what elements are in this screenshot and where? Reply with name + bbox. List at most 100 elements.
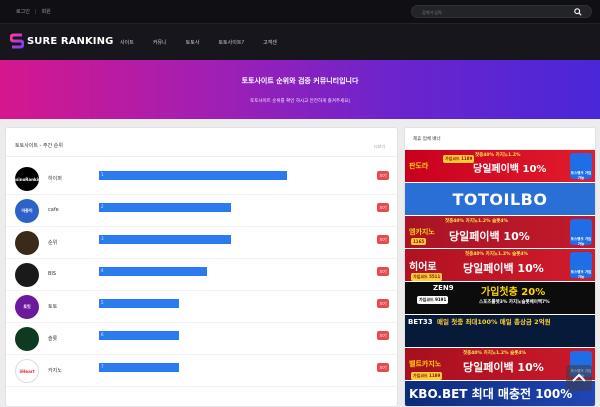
logo-text: SURE RANKING xyxy=(27,35,114,47)
ranking-row[interactable]: 아중이 cafe 2 보기 xyxy=(6,195,397,227)
more-link[interactable]: 더보기 xyxy=(374,144,385,150)
banner-main-text: 가입첫충 20% xyxy=(481,287,546,298)
banner-code: 가입코드 5511 xyxy=(411,273,443,281)
score-label: 1 xyxy=(101,172,104,177)
banner-brand: BET33 xyxy=(408,318,433,326)
score-bar: 3 xyxy=(99,235,231,244)
banner-main-text: TOTOILBO xyxy=(452,189,548,209)
banner-top-text: 첫충40% 카지노1.2% 슬롯4% xyxy=(445,219,509,224)
main-nav: SURE RANKING 사이트 커뮤니 토토사 토토사이트? 고객센 xyxy=(0,23,600,60)
score-bar: 2 xyxy=(99,203,231,212)
ranking-row[interactable]: BIS 4 보기 xyxy=(6,259,397,291)
ranking-row[interactable]: 3Heart 카지노 7 보기 xyxy=(6,355,397,387)
ranking-panel: 토토사이트 - 주간 순위 더보기 CasinoRanking하이퍼1보기아중이… xyxy=(5,127,398,407)
nav-item-sites[interactable]: 사이트 xyxy=(120,39,134,46)
site-avatar xyxy=(15,263,39,287)
view-button[interactable]: 보기 xyxy=(377,203,389,212)
site-avatar xyxy=(15,231,39,255)
partner-banner-1[interactable]: 판도라 가입코드 1189 첫충40% 카지노1.2% 당일페이백 10% 토스… xyxy=(405,150,595,182)
score-label: 5 xyxy=(101,300,104,305)
site-logo[interactable]: SURE RANKING xyxy=(10,33,113,49)
site-name: 카지노 xyxy=(48,368,62,374)
banner-bank-badge: 토스뱅크 가입가능 xyxy=(570,219,592,246)
partner-banner-2[interactable]: TOTOILBO xyxy=(405,183,595,215)
nav-item-community[interactable]: 커뮤니 xyxy=(153,39,167,46)
ranking-row[interactable]: 토킷 토토 5 보기 xyxy=(6,291,397,323)
banner-top-text: 첫충40% 카지노1.2% xyxy=(475,153,521,158)
banner-brand: 엠카지노 xyxy=(409,228,435,236)
login-link[interactable]: 로그인 xyxy=(16,8,30,15)
divider xyxy=(6,156,397,157)
partner-banner-5[interactable]: ZEN9 가입코드 9191 가입첫충 20% 스포츠룰렛3% 카지노슬롯페이백… xyxy=(405,282,595,314)
banner-bank-badge: 토스뱅크 가입가능 xyxy=(570,153,592,180)
ranking-row[interactable]: CasinoRanking 하이퍼 1 보기 xyxy=(6,163,397,195)
banner-main-text: 당일페이백 10% xyxy=(449,230,530,243)
top-bar: 로그인 | 회원 xyxy=(0,0,600,23)
partner-banner-4[interactable]: 히어로 가입코드 5511 첫충40% 카지노1.2% 슬롯4% 당일페이백 1… xyxy=(405,249,595,281)
scroll-top-button[interactable] xyxy=(566,365,592,391)
ranking-row[interactable]: 슬롯 6 보기 xyxy=(6,323,397,355)
search-box xyxy=(411,5,592,18)
banner-code: 1165 xyxy=(411,238,427,245)
site-name: 하이퍼 xyxy=(48,176,62,182)
site-avatar: 3Heart xyxy=(15,359,39,383)
score-bar: 4 xyxy=(99,267,207,276)
view-button[interactable]: 보기 xyxy=(377,235,389,244)
score-bar: 6 xyxy=(99,331,179,340)
search-icon[interactable] xyxy=(574,8,582,16)
nav-item-toto[interactable]: 토토사 xyxy=(186,39,200,46)
site-name: BIS xyxy=(48,271,57,277)
site-avatar xyxy=(15,327,39,351)
partner-banner-3[interactable]: 엠카지노 1165 첫충40% 카지노1.2% 슬롯4% 당일페이백 10% 토… xyxy=(405,216,595,248)
site-avatar: 아중이 xyxy=(15,199,39,223)
banner-code: 가입코드 1189 xyxy=(411,372,443,380)
banner-code: 가입코드 1189 xyxy=(443,155,475,163)
nav-menu: 사이트 커뮤니 토토사 토토사이트? 고객센 xyxy=(120,39,296,46)
site-avatar: 토킷 xyxy=(15,295,39,319)
chevron-up-icon xyxy=(572,373,586,382)
banner-main-text: 매일 첫충 최대100% 매일 총상금 2억원 xyxy=(437,318,551,326)
link-separator: | xyxy=(34,8,37,15)
banner-main-text: KBO.BET 최대 매충전 100% xyxy=(409,387,573,401)
ranking-row[interactable]: 순위 3 보기 xyxy=(6,227,397,259)
view-button[interactable]: 보기 xyxy=(377,267,389,276)
banner-main-text: 당일페이백 10% xyxy=(473,164,547,175)
score-label: 3 xyxy=(101,236,104,241)
banner-bank-badge: 토스뱅크 가입가능 xyxy=(570,252,592,279)
row-divider xyxy=(6,386,397,387)
partner-banner-6[interactable]: BET33 매일 첫충 최대100% 매일 총상금 2억원 xyxy=(405,315,595,347)
hero-banner: 토토사이트 순위와 검증 커뮤니티입니다 토토사이트 순위를 확인 하시고 안전… xyxy=(0,60,600,119)
hero-subtitle: 토토사이트 순위를 확인 하시고 안전하게 즐겨주세요| xyxy=(250,99,350,104)
banner-top-text: 첫충40% 카지노1.2% 슬롯4% xyxy=(463,351,527,356)
score-label: 7 xyxy=(101,364,104,369)
nav-item-support[interactable]: 고객센 xyxy=(263,39,277,46)
site-name: cafe xyxy=(48,207,59,213)
site-name: 슬롯 xyxy=(48,336,58,342)
score-bar: 1 xyxy=(99,171,287,180)
score-bar: 7 xyxy=(99,363,179,372)
banner-brand: 판도라 xyxy=(409,162,429,170)
account-links: 로그인 | 회원 xyxy=(16,8,51,16)
banner-code: 가입코드 9191 xyxy=(417,296,449,304)
register-link[interactable]: 회원 xyxy=(42,8,51,15)
view-button[interactable]: 보기 xyxy=(377,331,389,340)
banner-brand: 히어로 xyxy=(409,261,437,273)
site-avatar: CasinoRanking xyxy=(15,167,39,191)
view-button[interactable]: 보기 xyxy=(377,171,389,180)
score-label: 6 xyxy=(101,332,104,337)
banner-brand: ZEN9 xyxy=(433,284,454,292)
nav-item-toto-site-faq[interactable]: 토토사이트? xyxy=(218,39,244,46)
ranking-title: 토토사이트 - 주간 순위 xyxy=(15,143,63,149)
score-label: 2 xyxy=(101,204,104,209)
view-button[interactable]: 보기 xyxy=(377,363,389,372)
banner-main-text: 당일페이백 10% xyxy=(463,262,544,275)
banner-top-text: 첫충40% 카지노1.2% 슬롯4% xyxy=(465,252,529,257)
banner-brand: 벨트카지노 xyxy=(409,360,442,368)
score-bar: 5 xyxy=(99,299,179,308)
banner-top-text: 스포츠룰렛3% 카지노슬롯페이백7% xyxy=(479,300,550,305)
score-label: 4 xyxy=(101,268,104,273)
view-button[interactable]: 보기 xyxy=(377,299,389,308)
partner-title: 제휴 업체 배너 xyxy=(413,137,441,142)
logo-s-icon xyxy=(10,33,24,49)
search-input[interactable] xyxy=(422,8,572,16)
